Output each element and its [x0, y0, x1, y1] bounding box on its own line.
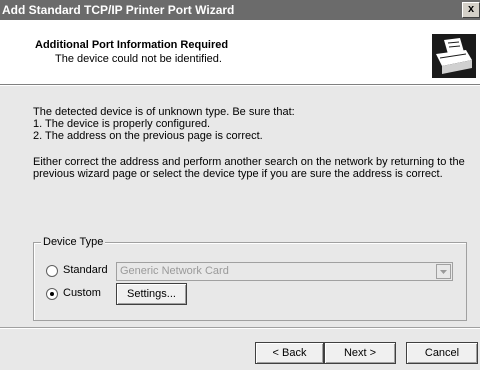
cancel-button[interactable]: Cancel — [406, 342, 478, 364]
close-button[interactable]: x — [462, 2, 480, 18]
standard-device-value: Generic Network Card — [120, 265, 229, 277]
close-icon: x — [467, 3, 475, 15]
instruction-line: Either correct the address and perform a… — [33, 156, 465, 168]
instruction-line: previous wizard page or select the devic… — [33, 168, 443, 180]
message-line: The detected device is of unknown type. … — [33, 106, 295, 118]
custom-label: Custom — [63, 287, 101, 299]
header-subtitle: The device could not be identified. — [55, 53, 222, 65]
footer-divider — [0, 327, 480, 329]
wizard-content: The detected device is of unknown type. … — [0, 86, 480, 370]
back-button[interactable]: < Back — [255, 342, 324, 364]
standard-label: Standard — [63, 264, 108, 276]
standard-device-select[interactable]: Generic Network Card — [116, 262, 453, 281]
custom-radio[interactable] — [46, 288, 58, 300]
message-line: 2. The address on the previous page is c… — [33, 130, 263, 142]
device-type-group: Device Type Standard Generic Network Car… — [33, 236, 467, 321]
message-line: 1. The device is properly configured. — [33, 118, 211, 130]
device-type-legend: Device Type — [41, 236, 106, 248]
settings-button[interactable]: Settings... — [116, 283, 187, 305]
chevron-down-icon[interactable] — [436, 264, 451, 279]
printer-wizard-icon — [432, 34, 476, 78]
next-button[interactable]: Next > — [324, 342, 396, 364]
window-title: Add Standard TCP/IP Printer Port Wizard — [2, 3, 235, 17]
header-title: Additional Port Information Required — [35, 39, 229, 51]
standard-radio[interactable] — [46, 265, 58, 277]
wizard-header: Additional Port Information Required The… — [0, 20, 480, 84]
title-bar[interactable]: Add Standard TCP/IP Printer Port Wizard … — [0, 0, 480, 20]
